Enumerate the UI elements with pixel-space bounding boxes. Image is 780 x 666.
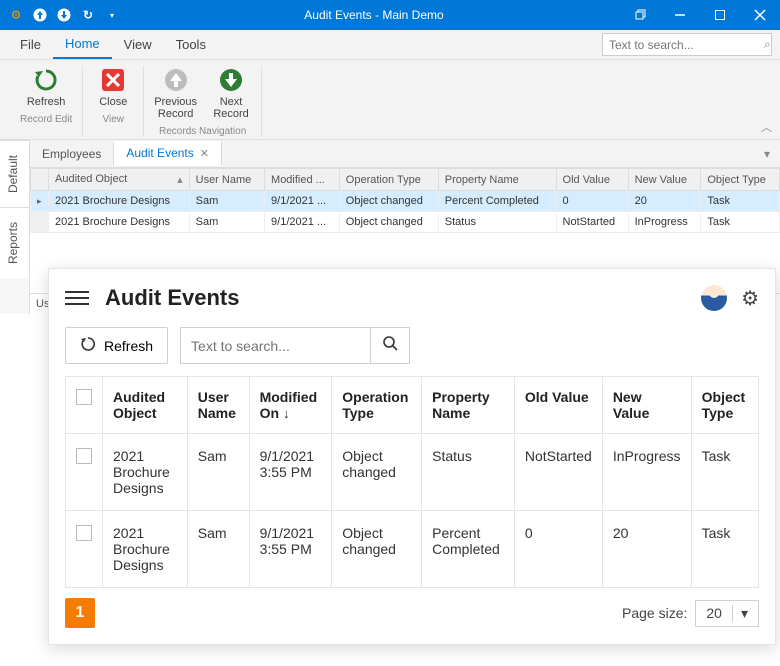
- arrow-down-icon: [217, 66, 245, 94]
- page-1-button[interactable]: 1: [65, 598, 95, 628]
- menu-bar: File Home View Tools ⌕: [0, 30, 780, 60]
- gear-icon[interactable]: ⚙: [8, 7, 24, 23]
- refresh-icon: [32, 66, 60, 94]
- sidetab-reports[interactable]: Reports: [0, 207, 29, 278]
- row-checkbox[interactable]: [76, 525, 92, 541]
- maximize-button[interactable]: [700, 0, 740, 30]
- row-checkbox[interactable]: [76, 448, 92, 464]
- col-operation-type[interactable]: Operation Type: [339, 169, 438, 191]
- next-record-button[interactable]: Next Record: [211, 66, 251, 120]
- web-grid-row[interactable]: 2021 Brochure Designs Sam 9/1/2021 3:55 …: [66, 434, 759, 511]
- select-all-checkbox[interactable]: [66, 377, 103, 434]
- close-button[interactable]: [740, 0, 780, 30]
- col-old-value[interactable]: Old Value: [556, 169, 628, 191]
- web-audit-panel: Audit Events ⚙ Refresh Audited Object: [48, 268, 776, 645]
- menu-search[interactable]: ⌕: [602, 33, 772, 56]
- sort-desc-icon: ↓: [283, 406, 290, 421]
- ribbon-group-records-navigation: Records Navigation: [159, 126, 246, 137]
- ribbon-collapse-icon[interactable]: ︿: [761, 119, 772, 135]
- audit-grid: Audited Object▴ User Name Modified ... O…: [30, 168, 780, 233]
- side-tabs: Default Reports: [0, 140, 30, 314]
- wcol-new-value[interactable]: New Value: [602, 377, 691, 434]
- close-icon: [99, 66, 127, 94]
- wcol-audited-object[interactable]: Audited Object: [103, 377, 188, 434]
- arrow-up-icon: [162, 66, 190, 94]
- col-modified-on[interactable]: Modified ...: [265, 169, 340, 191]
- ribbon: Refresh Record Edit Close View Previous …: [0, 60, 780, 140]
- search-icon: [382, 335, 398, 356]
- page-size-label: Page size:: [622, 605, 687, 621]
- ribbon-group-record-edit: Record Edit: [20, 114, 72, 125]
- document-tabs: Employees Audit Events ✕ ▾: [30, 140, 780, 168]
- col-property-name[interactable]: Property Name: [438, 169, 556, 191]
- menu-file[interactable]: File: [8, 31, 53, 58]
- wcol-object-type[interactable]: Object Type: [691, 377, 758, 434]
- web-audit-grid: Audited Object User Name Modified On↓ Op…: [65, 376, 759, 588]
- menu-tools[interactable]: Tools: [164, 31, 218, 58]
- col-new-value[interactable]: New Value: [628, 169, 701, 191]
- ribbon-group-view: View: [103, 114, 125, 125]
- page-title: Audit Events: [105, 285, 239, 311]
- menu-search-input[interactable]: [609, 38, 764, 52]
- col-audited-object[interactable]: Audited Object▴: [49, 169, 190, 191]
- refresh-button[interactable]: Refresh: [26, 66, 66, 108]
- col-user-name[interactable]: User Name: [189, 169, 264, 191]
- tab-audit-events[interactable]: Audit Events ✕: [114, 141, 222, 166]
- wcol-property-name[interactable]: Property Name: [422, 377, 515, 434]
- title-bar: ⚙ ↻ ▾ Audit Events - Main Demo: [0, 0, 780, 30]
- refresh-icon: [80, 336, 96, 355]
- avatar[interactable]: [701, 285, 727, 311]
- chevron-down-icon: ▾: [732, 605, 748, 622]
- window-title: Audit Events - Main Demo: [128, 8, 620, 22]
- refresh-icon[interactable]: ↻: [80, 7, 96, 23]
- wcol-old-value[interactable]: Old Value: [514, 377, 602, 434]
- tab-employees[interactable]: Employees: [30, 142, 114, 166]
- arrow-up-circle-icon[interactable]: [32, 7, 48, 23]
- col-object-type[interactable]: Object Type: [701, 169, 780, 191]
- row-selector-header[interactable]: [31, 169, 49, 191]
- web-search-input[interactable]: [180, 327, 370, 364]
- arrow-down-circle-icon[interactable]: [56, 7, 72, 23]
- web-grid-row[interactable]: 2021 Brochure Designs Sam 9/1/2021 3:55 …: [66, 511, 759, 588]
- grid-row[interactable]: 2021 Brochure Designs Sam 9/1/2021 ... O…: [31, 212, 780, 233]
- row-indicator-icon: [31, 212, 49, 233]
- sidetab-default[interactable]: Default: [0, 140, 29, 207]
- page-size-select[interactable]: 20 ▾: [695, 600, 759, 627]
- minimize-button[interactable]: [660, 0, 700, 30]
- hamburger-icon[interactable]: [65, 291, 89, 305]
- pager: 1 Page size: 20 ▾: [65, 598, 759, 628]
- sort-asc-icon: ▴: [177, 173, 183, 186]
- tab-close-icon[interactable]: ✕: [200, 147, 209, 160]
- wcol-operation-type[interactable]: Operation Type: [332, 377, 422, 434]
- previous-record-button[interactable]: Previous Record: [154, 66, 197, 120]
- close-view-button[interactable]: Close: [93, 66, 133, 108]
- restore-down-icon[interactable]: [620, 0, 660, 30]
- wcol-user-name[interactable]: User Name: [187, 377, 249, 434]
- search-icon: ⌕: [764, 37, 771, 52]
- tab-overflow-icon[interactable]: ▾: [754, 147, 780, 161]
- dropdown-icon[interactable]: ▾: [104, 7, 120, 23]
- row-indicator-icon: [31, 191, 49, 212]
- menu-home[interactable]: Home: [53, 30, 112, 59]
- web-search-button[interactable]: [370, 327, 410, 364]
- menu-view[interactable]: View: [112, 31, 164, 58]
- web-refresh-button[interactable]: Refresh: [65, 327, 168, 364]
- wcol-modified-on[interactable]: Modified On↓: [249, 377, 332, 434]
- gear-icon[interactable]: ⚙: [741, 286, 759, 311]
- grid-row[interactable]: 2021 Brochure Designs Sam 9/1/2021 ... O…: [31, 191, 780, 212]
